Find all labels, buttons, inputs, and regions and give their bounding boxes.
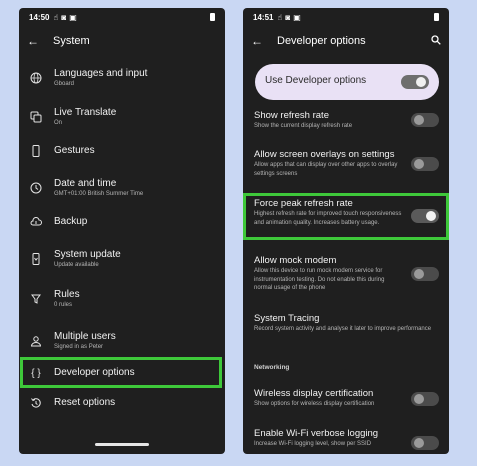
allow-screen-overlays-toggle[interactable] — [411, 157, 439, 171]
gesture-icon: ☝ — [277, 12, 283, 22]
notification-icon: ▣ — [69, 12, 77, 22]
settings-item-backup[interactable]: Backup — [19, 207, 225, 237]
cast-icon: ◙ — [61, 12, 67, 22]
wifi-verbose-logging-toggle[interactable] — [411, 436, 439, 450]
reset-icon — [29, 396, 43, 410]
settings-item-multiple-users[interactable]: Multiple users Signed in as Peter — [19, 326, 225, 356]
app-bar: ← Developer options — [243, 26, 449, 56]
battery-icon — [434, 13, 439, 21]
setting-allow-screen-overlays[interactable]: Allow screen overlays on settings Allow … — [254, 149, 416, 178]
settings-item-developer-options[interactable]: { } Developer options — [19, 358, 225, 388]
show-refresh-rate-toggle[interactable] — [411, 113, 439, 127]
settings-item-rules[interactable]: Rules 0 rules — [19, 284, 225, 314]
gesture-nav-bar[interactable] — [95, 443, 149, 446]
page-title: Developer options — [277, 35, 366, 47]
status-time: 14:51 — [253, 12, 274, 22]
setting-wifi-verbose-logging[interactable]: Enable Wi-Fi verbose logging Increase Wi… — [254, 428, 414, 449]
user-icon — [29, 334, 43, 348]
status-bar: 14:50 ☝ ◙ ▣ — [19, 8, 225, 26]
setting-show-refresh-rate[interactable]: Show refresh rate Show the current displ… — [254, 110, 424, 131]
wireless-display-certification-toggle[interactable] — [411, 392, 439, 406]
settings-item-system-update[interactable]: System update Update available — [19, 244, 225, 274]
translate-icon — [29, 110, 43, 124]
settings-item-languages[interactable]: Languages and input Gboard — [19, 63, 225, 93]
force-peak-refresh-rate-toggle[interactable] — [411, 209, 439, 223]
system-settings-screen: 14:50 ☝ ◙ ▣ ← System Languages and input… — [19, 8, 225, 454]
developer-options-screen: 14:51 ☝ ◙ ▣ ← Developer options Use Deve… — [243, 8, 449, 454]
app-bar: ← System — [19, 26, 225, 56]
system-update-icon — [29, 252, 43, 266]
use-developer-options-card[interactable]: Use Developer options — [255, 64, 439, 100]
globe-icon — [29, 71, 43, 85]
setting-system-tracing[interactable]: System Tracing Record system activity an… — [254, 313, 438, 334]
braces-icon: { } — [31, 367, 41, 379]
allow-mock-modem-toggle[interactable] — [411, 267, 439, 281]
gesture-icon: ☝ — [53, 12, 59, 22]
back-arrow-icon[interactable]: ← — [251, 34, 267, 48]
status-time: 14:50 — [29, 12, 50, 22]
setting-wireless-display-certification[interactable]: Wireless display certification Show opti… — [254, 388, 414, 409]
cast-icon: ◙ — [285, 12, 291, 22]
setting-allow-mock-modem[interactable]: Allow mock modem Allow this device to ru… — [254, 255, 404, 293]
phone-icon — [29, 144, 43, 158]
backup-icon — [29, 215, 43, 229]
page-title: System — [53, 35, 90, 47]
settings-item-live-translate[interactable]: Live Translate On — [19, 102, 225, 132]
use-developer-options-toggle[interactable] — [401, 75, 429, 89]
rules-icon — [29, 292, 43, 306]
status-bar: 14:51 ☝ ◙ ▣ — [243, 8, 449, 26]
notification-icon: ▣ — [293, 12, 301, 22]
section-networking: Networking — [254, 364, 290, 371]
use-developer-options-label: Use Developer options — [265, 75, 367, 86]
settings-item-date-time[interactable]: Date and time GMT+01:00 British Summer Ti… — [19, 173, 225, 203]
back-arrow-icon[interactable]: ← — [27, 34, 43, 48]
settings-item-gestures[interactable]: Gestures — [19, 136, 225, 166]
battery-icon — [210, 13, 215, 21]
search-icon[interactable] — [431, 34, 441, 48]
setting-force-peak-refresh-rate[interactable]: Force peak refresh rate Highest refresh … — [254, 198, 404, 227]
settings-item-reset-options[interactable]: Reset options — [19, 388, 225, 418]
clock-icon — [29, 181, 43, 195]
